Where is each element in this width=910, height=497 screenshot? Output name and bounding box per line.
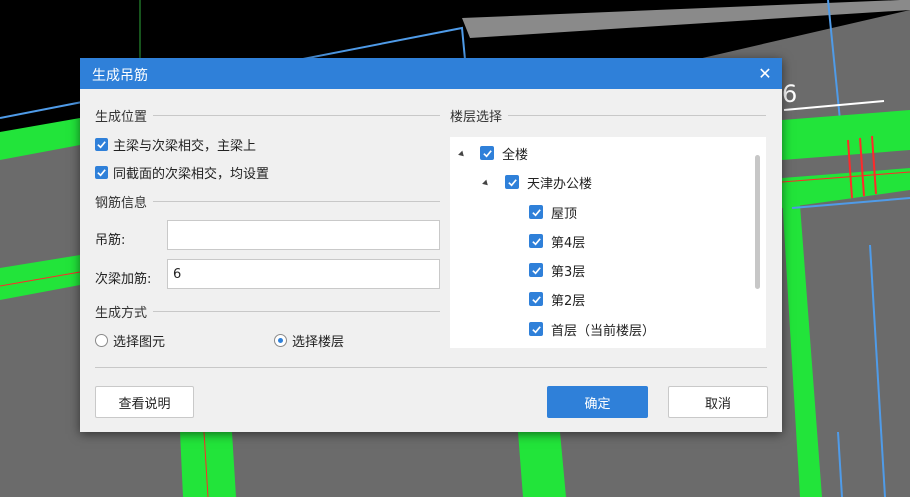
tree-item-label: 第3层 — [551, 264, 586, 280]
section-divider — [508, 115, 766, 116]
radio-unselected-icon[interactable] — [95, 334, 108, 347]
section-divider — [153, 311, 440, 312]
tree-item-building[interactable]: 天津办公楼 — [505, 173, 593, 192]
checkbox-checked-icon[interactable] — [529, 292, 543, 306]
position-section-header: 生成位置 — [95, 106, 440, 125]
section-divider — [153, 115, 440, 116]
checkbox-checked-icon[interactable] — [529, 263, 543, 277]
rebar-section-title: 钢筋信息 — [95, 196, 148, 211]
ok-button[interactable]: 确定 — [547, 386, 648, 418]
secondary-beam-rebar-label: 次梁加筋: — [95, 272, 152, 287]
checkbox-checked-icon[interactable] — [529, 322, 543, 336]
checkbox-checked-icon[interactable] — [529, 205, 543, 219]
position-option-same-section[interactable]: 同截面的次梁相交，均设置 — [95, 163, 269, 182]
tree-item-label: 首层（当前楼层） — [551, 323, 656, 339]
section-divider — [153, 201, 440, 202]
tree-item-label: 屋顶 — [551, 206, 578, 222]
method-option-select-floor[interactable]: 选择楼层 — [274, 331, 344, 350]
tree-item-whole-building[interactable]: 全楼 — [480, 144, 529, 163]
checkbox-checked-icon[interactable] — [95, 138, 108, 151]
method-option-label: 选择楼层 — [292, 335, 345, 350]
floor-tree[interactable]: 全楼 天津办公楼 屋顶 第4层 第3层 第2层 首层（当前楼层） — [450, 137, 766, 348]
position-section-title: 生成位置 — [95, 110, 148, 125]
footer-divider — [95, 367, 767, 368]
checkbox-checked-icon[interactable] — [505, 175, 519, 189]
checkbox-checked-icon[interactable] — [480, 146, 494, 160]
close-icon[interactable]: ✕ — [748, 58, 782, 89]
checkbox-checked-icon[interactable] — [529, 234, 543, 248]
dialog-title: 生成吊筋 — [92, 68, 148, 84]
tree-item-label: 第4层 — [551, 235, 586, 251]
tree-item-roof[interactable]: 屋顶 — [529, 203, 578, 222]
dimension-label: 6 — [782, 80, 798, 108]
tree-item-label: 天津办公楼 — [527, 176, 593, 192]
hanger-rebar-label: 吊筋: — [95, 233, 126, 248]
secondary-beam-rebar-input[interactable] — [167, 259, 440, 289]
tree-item-ground-floor[interactable]: 首层（当前楼层） — [529, 320, 656, 339]
tree-item-label: 全楼 — [502, 147, 529, 163]
method-section-title: 生成方式 — [95, 306, 148, 321]
rebar-section-header: 钢筋信息 — [95, 192, 440, 211]
method-option-select-element[interactable]: 选择图元 — [95, 331, 165, 350]
position-option-label: 主梁与次梁相交，主梁上 — [113, 139, 257, 154]
dialog-titlebar[interactable]: 生成吊筋 ✕ — [80, 58, 782, 89]
position-option-label: 同截面的次梁相交，均设置 — [113, 167, 270, 182]
method-option-label: 选择图元 — [113, 335, 166, 350]
help-button[interactable]: 查看说明 — [95, 386, 194, 418]
checkbox-checked-icon[interactable] — [95, 166, 108, 179]
tree-expand-icon[interactable] — [458, 150, 466, 159]
tree-item-label: 第2层 — [551, 293, 586, 309]
tree-expand-icon[interactable] — [482, 179, 490, 188]
tree-item-floor-3[interactable]: 第3层 — [529, 261, 586, 280]
hanger-rebar-input[interactable] — [167, 220, 440, 250]
tree-scrollbar[interactable] — [755, 155, 760, 289]
method-section-header: 生成方式 — [95, 302, 440, 321]
tree-item-floor-2[interactable]: 第2层 — [529, 290, 586, 309]
tree-item-floor-4[interactable]: 第4层 — [529, 232, 586, 251]
cancel-button[interactable]: 取消 — [668, 386, 768, 418]
floor-section-title: 楼层选择 — [450, 110, 503, 125]
generate-hanger-dialog: 生成吊筋 ✕ 生成位置 主梁与次梁相交，主梁上 同截面的次梁相交，均设置 钢筋信… — [80, 58, 782, 432]
radio-selected-icon[interactable] — [274, 334, 287, 347]
position-option-main-beam[interactable]: 主梁与次梁相交，主梁上 — [95, 135, 256, 154]
floor-section-header: 楼层选择 — [450, 106, 766, 125]
